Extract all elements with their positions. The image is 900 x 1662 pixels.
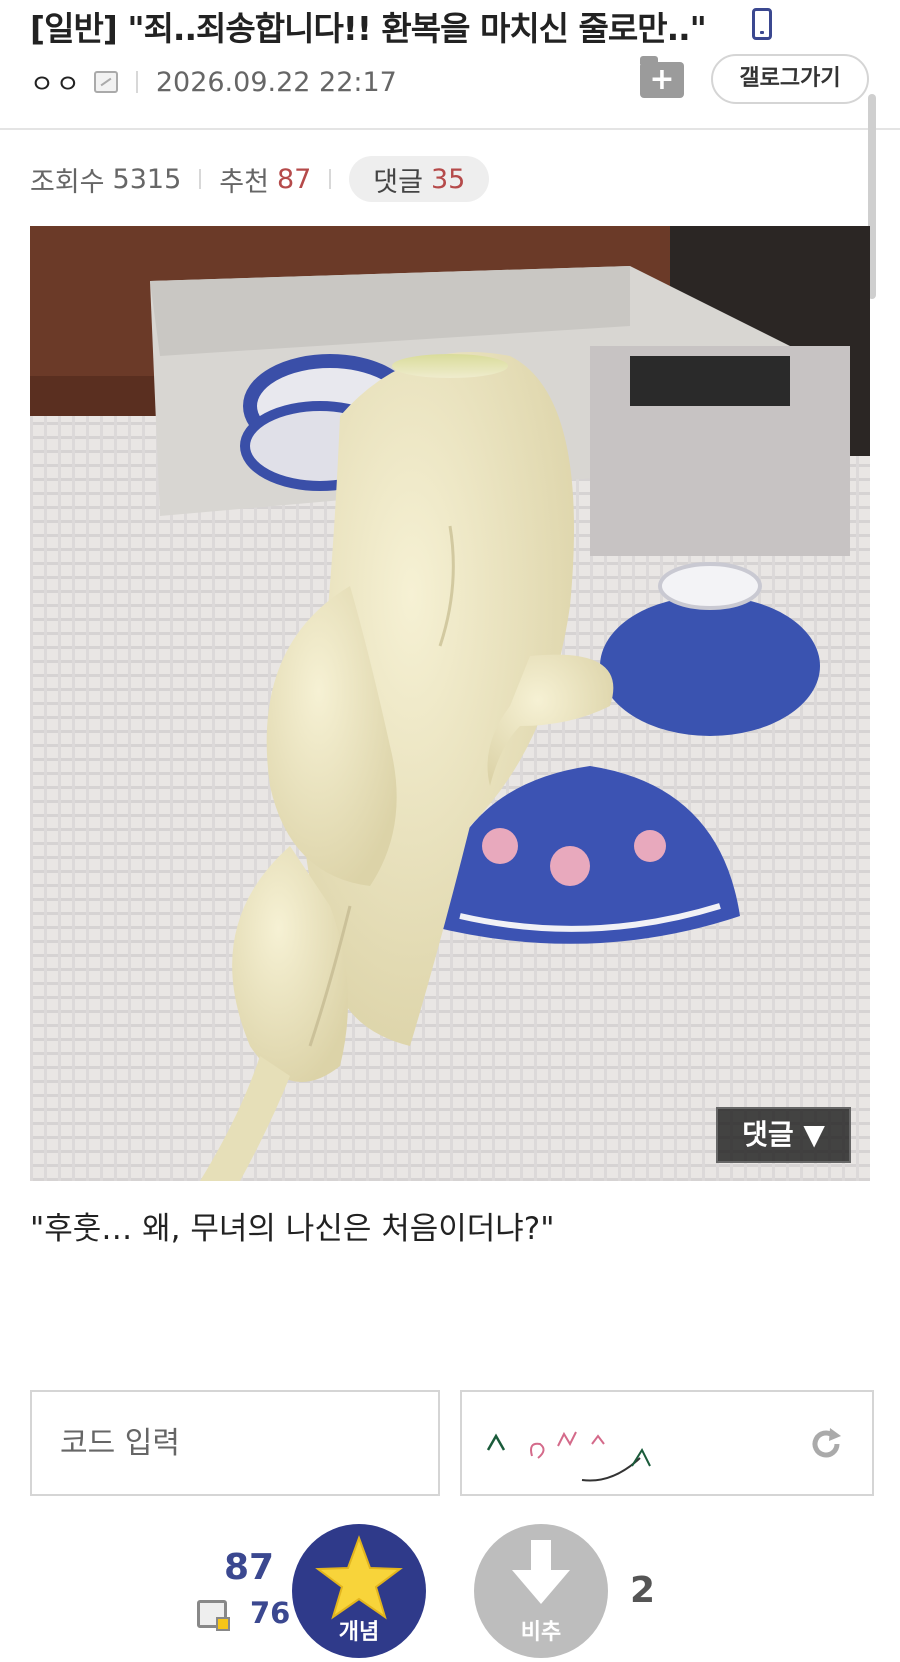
gallog-button[interactable]: 갤로그가기 <box>711 54 869 104</box>
post-meta: ㅇㅇ 2026.09.22 22:17 <box>30 62 397 102</box>
captcha-glyphs <box>486 1431 651 1482</box>
divider <box>135 71 138 93</box>
captcha-image <box>460 1390 874 1496</box>
post-caption: "후훗… 왜, 무녀의 나신은 처음이더냐?" <box>30 1211 555 1247</box>
post-title: [일반] "죄..죄송합니다!! 환복을 마치신 줄로만.." <box>30 9 707 48</box>
captcha-code-input[interactable] <box>30 1390 440 1496</box>
downvote-label: 비추 <box>520 1620 562 1645</box>
divider <box>329 169 332 189</box>
radish-photo <box>30 226 870 1181</box>
comments-label: 댓글 <box>373 166 423 198</box>
divider <box>199 169 202 189</box>
upvote-count: 87 <box>224 1547 275 1588</box>
upvote-button[interactable]: 개념 <box>292 1524 426 1658</box>
fixed-user-icon <box>197 1600 230 1631</box>
post-image[interactable] <box>30 226 870 1181</box>
vote-area: 87 76 개념 비추 2 <box>0 1520 900 1659</box>
upvote-label: 개념 <box>338 1620 380 1645</box>
views-count: 5315 <box>112 163 182 195</box>
refresh-icon[interactable] <box>808 1426 844 1462</box>
post-header: [일반] "죄..죄송합니다!! 환복을 마치신 줄로만.." ㅇㅇ 2026.… <box>0 0 900 130</box>
author-nickname[interactable]: ㅇㅇ <box>30 64 82 101</box>
downvote-button[interactable]: 비추 <box>474 1524 608 1658</box>
image-comment-button[interactable]: 댓글 ▼ <box>716 1107 851 1163</box>
comments-count: 35 <box>430 163 466 195</box>
recommend-label: 추천 <box>219 166 269 198</box>
comments-button[interactable]: 댓글 35 <box>349 156 490 202</box>
post-datetime: 2026.09.22 22:17 <box>155 66 397 98</box>
downvote-count: 2 <box>630 1570 656 1611</box>
post-stats: 조회수 5315 추천 87 댓글 35 <box>30 155 490 203</box>
user-type-icon <box>93 71 118 93</box>
recommend-count: 87 <box>276 163 312 195</box>
mobile-icon <box>752 8 772 40</box>
fixed-upvote-count: 76 <box>250 1596 291 1630</box>
views-label: 조회수 <box>30 166 105 198</box>
add-to-folder-button[interactable]: + <box>640 56 684 98</box>
